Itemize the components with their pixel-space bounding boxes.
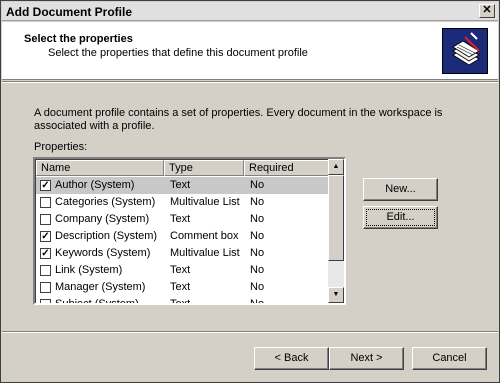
scroll-up-button[interactable]: ▲	[328, 159, 344, 175]
property-name: Author (System)	[55, 179, 135, 191]
property-name: Keywords (System)	[55, 247, 151, 259]
header-divider	[2, 81, 498, 83]
list-item[interactable]: ✓ Author (System) Text No	[36, 177, 331, 194]
property-type: Text	[170, 298, 191, 305]
property-required: No	[250, 196, 265, 208]
arrow-up-icon: ▲	[332, 163, 340, 170]
cancel-button[interactable]: Cancel	[412, 347, 487, 370]
row-checkbox[interactable]	[40, 265, 51, 276]
row-checkbox[interactable]	[40, 299, 51, 303]
property-name: Link (System)	[55, 264, 123, 276]
properties-label: Properties:	[34, 141, 88, 153]
property-type: Multivalue List	[170, 247, 240, 259]
back-button[interactable]: < Back	[254, 347, 329, 370]
list-item[interactable]: Company (System) Text No	[36, 211, 331, 228]
property-name: Description (System)	[55, 230, 158, 242]
property-name: Company (System)	[55, 213, 150, 225]
list-item[interactable]: Manager (System) Text No	[36, 279, 331, 296]
list-item[interactable]: ✓ Description (System) Comment box No	[36, 228, 331, 245]
scroll-thumb[interactable]	[328, 175, 344, 261]
page-subheading: Select the properties that define this d…	[48, 47, 308, 59]
list-header: Name Type Required	[36, 160, 331, 176]
property-name: Categories (System)	[55, 196, 156, 208]
close-icon: ✕	[482, 4, 492, 16]
list-item[interactable]: Categories (System) Multivalue List No	[36, 194, 331, 211]
property-required: No	[250, 213, 265, 225]
property-required: No	[250, 298, 265, 305]
scroll-down-button[interactable]: ▼	[328, 287, 344, 303]
property-required: No	[250, 230, 265, 242]
property-required: No	[250, 281, 265, 293]
title-bar: Add Document Profile ✕	[2, 2, 498, 21]
list-item[interactable]: Subject (System) Text No	[36, 296, 331, 305]
new-button[interactable]: New...	[363, 178, 438, 201]
property-type: Text	[170, 264, 191, 276]
row-checkbox[interactable]	[40, 214, 51, 225]
row-checkbox[interactable]: ✓	[40, 231, 51, 242]
properties-list[interactable]: Name Type Required ✓ Author (System) Tex…	[33, 157, 346, 305]
edit-button[interactable]: Edit...	[363, 206, 438, 229]
close-button[interactable]: ✕	[479, 4, 495, 18]
list-rows: ✓ Author (System) Text No Categories (Sy…	[36, 177, 331, 305]
wizard-header: Select the properties Select the propert…	[2, 22, 498, 80]
next-button[interactable]: Next >	[329, 347, 404, 370]
column-header-required[interactable]: Required	[244, 160, 331, 176]
property-type: Text	[170, 281, 191, 293]
footer-divider	[2, 331, 498, 333]
property-type: Text	[170, 179, 191, 191]
page-heading: Select the properties	[24, 33, 133, 45]
property-required: No	[250, 264, 265, 276]
property-type: Multivalue List	[170, 196, 240, 208]
property-name: Subject (System)	[55, 298, 139, 305]
arrow-down-icon: ▼	[332, 291, 340, 298]
column-header-name[interactable]: Name	[36, 160, 164, 176]
column-header-type[interactable]: Type	[164, 160, 244, 176]
property-name: Manager (System)	[55, 281, 146, 293]
document-profile-icon	[442, 28, 488, 74]
property-type: Comment box	[170, 230, 239, 242]
property-type: Text	[170, 213, 191, 225]
property-required: No	[250, 179, 265, 191]
row-checkbox[interactable]	[40, 282, 51, 293]
row-checkbox[interactable]: ✓	[40, 180, 51, 191]
window-title: Add Document Profile	[6, 5, 133, 19]
list-item[interactable]: ✓ Keywords (System) Multivalue List No	[36, 245, 331, 262]
description-text: A document profile contains a set of pro…	[34, 107, 443, 132]
row-checkbox[interactable]	[40, 197, 51, 208]
property-required: No	[250, 247, 265, 259]
row-checkbox[interactable]: ✓	[40, 248, 51, 259]
vertical-scrollbar[interactable]: ▲ ▼	[328, 159, 344, 303]
list-item[interactable]: Link (System) Text No	[36, 262, 331, 279]
add-document-profile-dialog: Add Document Profile ✕ Select the proper…	[0, 0, 500, 383]
